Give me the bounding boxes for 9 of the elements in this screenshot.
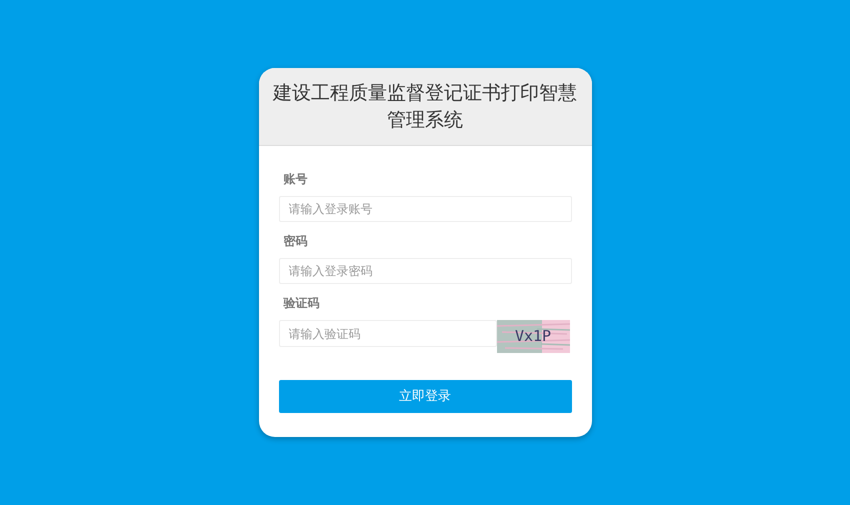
input-field[interactable]: 请输入登录密码	[278, 258, 572, 284]
captcha-code: Vx1P	[514, 326, 552, 348]
input-field[interactable]: 请输入登录账号	[278, 196, 572, 222]
system-title: 建设工程质量监督登记证书打印智慧管理系统	[272, 80, 578, 132]
field-label: 账号	[282, 172, 308, 186]
input-field[interactable]: 请输入验证码	[278, 320, 496, 347]
field-label: 验证码	[282, 296, 320, 310]
captcha-image[interactable]: Vx1P	[496, 320, 570, 353]
field-label: 密码	[282, 234, 308, 248]
